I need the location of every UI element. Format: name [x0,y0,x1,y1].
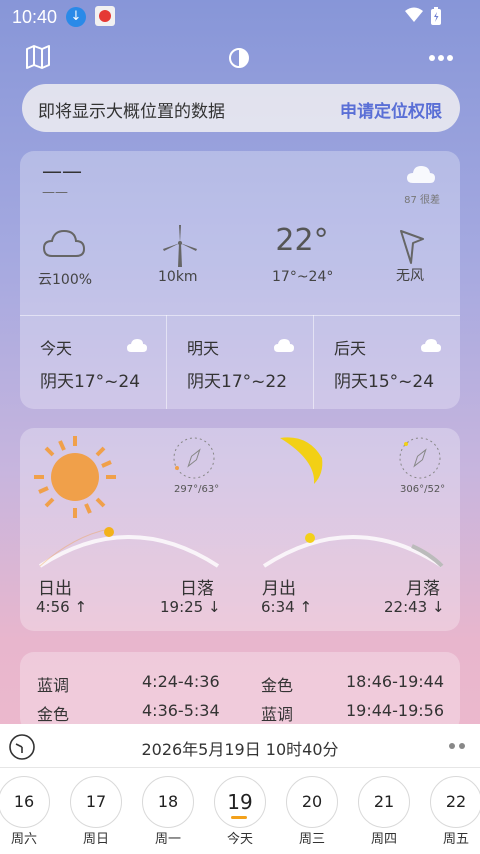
forecast-day-name: 今天 [40,339,73,358]
wind-turbine-icon [163,225,197,267]
sun-icon [34,436,116,518]
status-time: 10:40 [12,7,58,27]
request-location-button[interactable]: 申请定位权限 [340,97,442,122]
status-bar: 10:40 ↓ [0,0,480,34]
banner-text: 即将显示大概位置的数据 [38,102,225,122]
cloud-cover-value: 云100% [38,272,93,288]
wind-value: 无风 [396,268,424,284]
hour-name: 金色 [261,676,294,695]
battery-icon [431,7,441,25]
moonrise-time: 6:34 ↑ [261,598,313,616]
forecast-day-value: 阴天17°~22 [187,372,288,392]
hour-time: 18:46-19:44 [346,672,444,691]
cloud-icon [274,339,294,352]
forecast-tomorrow[interactable]: 明天 阴天17°~22 [167,315,313,409]
sun-moon-card: 297°/63° 306°/52° 日出 日落 4:56 ↑ 19:25 ↓ 月… [20,428,460,631]
app-notification-icon [95,6,115,26]
forecast-day-value: 阴天17°~24 [40,372,141,392]
location-subtitle: —— [42,185,68,200]
download-icon: ↓ [66,7,86,27]
day-label: 周四 [370,832,397,847]
date-bar: 2026年5月19日 10时40分 [0,724,480,768]
sun-compass-value: 297°/63° [174,484,220,495]
sunrise-time: 4:56 ↑ [36,598,88,616]
day-label: 周三 [298,832,325,847]
sunrise-label: 日出 [38,579,72,599]
day-label-today: 今天 [226,832,253,847]
hour-time: 19:44-19:56 [346,701,444,720]
air-quality-index: 87 很差 [404,195,440,206]
forecast-today[interactable]: 今天 阴天17°~24 [20,315,166,409]
day-button[interactable]: 17 [70,776,122,828]
cloud-icon [127,339,147,352]
more-options-icon[interactable] [428,54,454,62]
sunset-time: 19:25 ↓ [160,598,221,616]
day-button-today[interactable]: 19 [214,776,266,828]
current-weather-card: —— —— 87 很差 云100% 10km 22° 17°~24° 无风 今天… [20,151,460,409]
day-button[interactable]: 22 [430,776,480,828]
moonset-time: 22:43 ↓ [384,598,445,616]
current-temperature: 22° [275,223,329,258]
hour-name: 蓝调 [261,705,294,724]
top-bar [0,40,480,76]
cloud-outline-icon [42,229,86,257]
day-button[interactable]: 16 [0,776,50,828]
day-label: 周日 [82,832,109,847]
hour-name: 金色 [37,705,70,724]
today-indicator [231,816,247,819]
day-label: 周六 [10,832,37,847]
forecast-day-after[interactable]: 后天 阴天15°~24 [314,315,460,409]
day-button[interactable]: 18 [142,776,194,828]
date-picker-panel: 2026年5月19日 10时40分 16 17 18 19 20 21 22 周… [0,724,480,854]
wind-direction-icon [400,230,424,264]
map-icon[interactable] [25,45,51,69]
hour-time: 4:24-4:36 [142,672,220,691]
selected-datetime[interactable]: 2026年5月19日 10时40分 [0,736,480,760]
sun-compass-icon [173,437,215,479]
day-label: 周五 [442,832,469,847]
theme-toggle-icon[interactable] [228,47,250,69]
golden-blue-hour-card: 蓝调 4:24-4:36 金色 4:36-5:34 金色 18:46-19:44… [20,652,460,732]
cloud-icon [407,166,435,183]
moon-path-arc [262,533,444,568]
cloud-icon [421,339,441,352]
temperature-range: 17°~24° [272,269,334,285]
moonset-label: 月落 [406,579,440,599]
moon-compass-icon [399,437,441,479]
day-button[interactable]: 21 [358,776,410,828]
forecast-day-name: 明天 [187,339,220,358]
sunset-label: 日落 [180,579,214,599]
moon-compass-value: 306°/52° [400,484,446,495]
day-label: 周一 [154,832,181,847]
day-button[interactable]: 20 [286,776,338,828]
hour-time: 4:36-5:34 [142,701,220,720]
hour-name: 蓝调 [37,676,70,695]
wifi-icon [405,7,423,22]
forecast-day-value: 阴天15°~24 [334,372,435,392]
moon-icon [280,437,323,484]
location-permission-banner: 即将显示大概位置的数据 申请定位权限 [22,84,460,132]
forecast-day-name: 后天 [334,339,367,358]
sun-path-arc [38,527,220,568]
more-icon[interactable] [448,742,468,750]
moonrise-label: 月出 [262,579,296,599]
location-name: —— [42,159,82,183]
visibility-value: 10km [158,269,198,285]
